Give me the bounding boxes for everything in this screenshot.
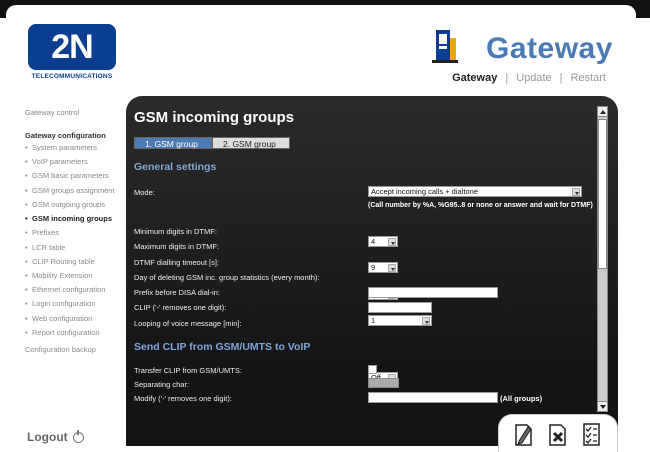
top-navigation: Gateway | Update | Restart <box>452 72 606 84</box>
separating-char-label: Separating char: <box>134 380 190 389</box>
chevron-down-icon <box>422 317 430 325</box>
transfer-clip-label: Transfer CLIP from GSM/UMTS: <box>134 366 242 375</box>
section-general-settings: General settings <box>134 161 217 173</box>
page-title: GSM incoming groups <box>134 109 294 126</box>
sidebar-item-report-configuration[interactable]: Report configuration <box>25 328 135 338</box>
company-logo: 2N TELECOMMUNICATIONS <box>28 24 116 84</box>
nav-gateway[interactable]: Gateway <box>452 72 497 84</box>
modify-suffix: (All groups) <box>500 394 543 403</box>
sidebar-item-gsm-groups-assignment[interactable]: GSM groups assignment <box>25 186 135 196</box>
mode-select[interactable]: Accept incoming calls + dialtone <box>368 186 582 197</box>
chevron-down-icon <box>388 238 396 246</box>
sidebar-gateway-control[interactable]: Gateway control <box>25 108 135 117</box>
looping-label: Looping of voice message [min]: <box>134 319 242 328</box>
sidebar-item-gsm-basic-parameters[interactable]: GSM basic parameters <box>25 172 135 181</box>
min-digits-label: Minimum digits in DTMF: <box>134 227 217 236</box>
product-brand: Gateway <box>432 28 613 64</box>
nav-update[interactable]: Update <box>516 72 551 84</box>
sidebar-item-voip-parameters[interactable]: VoIP parameters <box>25 158 135 167</box>
edit-document-icon[interactable] <box>513 421 535 447</box>
group-tabs: 1. GSM group 2. GSM group <box>134 137 290 149</box>
min-digits-value: 4 <box>371 237 376 246</box>
max-digits-label: Maximum digits in DTMF: <box>134 242 220 251</box>
gateway-phone-icon <box>432 30 458 63</box>
power-icon <box>72 429 84 443</box>
sidebar-item-system-parameters[interactable]: System parameters <box>25 143 135 153</box>
delete-stats-label: Day of deleting GSM inc. group statistic… <box>134 273 320 282</box>
tab-gsm-group-1[interactable]: 1. GSM group <box>134 137 212 149</box>
mode-note: (Call number by %A, %G95..8 or none or a… <box>368 202 593 209</box>
sidebar-item-prefixes[interactable]: Prefixes <box>25 229 135 238</box>
sidebar-item-web-configuration[interactable]: Web configuration <box>25 314 135 324</box>
tab-gsm-group-2[interactable]: 2. GSM group <box>212 137 290 149</box>
scroll-thumb[interactable] <box>598 119 607 269</box>
min-digits-select[interactable]: 4 <box>368 236 398 247</box>
modify-input[interactable] <box>368 392 498 403</box>
mode-label: Mode: <box>134 188 155 197</box>
sidebar-item-mobility-extension[interactable]: Mobility Extension <box>25 271 135 281</box>
chevron-down-icon <box>388 264 396 272</box>
mode-value: Accept incoming calls + dialtone <box>371 187 478 196</box>
logo-subtitle: TELECOMMUNICATIONS <box>31 73 113 80</box>
max-digits-value: 9 <box>371 263 376 272</box>
product-title: Gateway <box>486 32 613 65</box>
nav-separator: | <box>559 72 563 84</box>
section-send-clip: Send CLIP from GSM/UMTS to VoIP <box>134 341 311 353</box>
delete-document-icon[interactable] <box>547 421 569 447</box>
delete-stats-select[interactable]: 1 <box>368 315 432 326</box>
clip-label: CLIP ('-' removes one digit): <box>134 303 227 312</box>
prefix-disa-input[interactable] <box>368 287 498 298</box>
chevron-down-icon <box>572 188 580 196</box>
logout-label: Logout <box>27 430 68 444</box>
sidebar-item-clip-routing-table[interactable]: CLIP Routing table <box>25 257 135 267</box>
separating-char-input[interactable] <box>368 378 399 388</box>
dtmf-timeout-label: DTMF dialling timeout [s]: <box>134 258 220 267</box>
max-digits-select[interactable]: 9 <box>368 262 398 273</box>
prefix-disa-label: Prefix before DISA dial-in: <box>134 288 220 297</box>
panel-scrollbar[interactable] <box>597 106 608 412</box>
tool-buttons <box>498 414 618 452</box>
logo-mark: 2N <box>28 24 116 70</box>
sidebar-item-login-configuration[interactable]: Login configuration <box>25 300 135 309</box>
main-panel: GSM incoming groups 1. GSM group 2. GSM … <box>126 96 618 446</box>
sidebar-item-gsm-incoming-groups[interactable]: GSM incoming groups <box>25 214 135 224</box>
sidebar-configuration-backup[interactable]: Configuration backup <box>25 345 135 354</box>
sidebar-gateway-configuration[interactable]: Gateway configuration <box>25 131 135 140</box>
modify-label: Modify ('-' removes one digit): <box>134 394 232 403</box>
scroll-down-icon[interactable] <box>598 401 607 411</box>
sidebar-item-ethernet-configuration[interactable]: Ethernet configuration <box>25 286 135 295</box>
logout-button[interactable]: Logout <box>27 429 84 444</box>
clip-input[interactable] <box>368 302 432 313</box>
transfer-clip-checkbox[interactable] <box>368 365 377 374</box>
delete-stats-value: 1 <box>371 316 376 325</box>
sidebar: Gateway control Gateway configuration Sy… <box>25 108 135 368</box>
checklist-icon[interactable] <box>581 421 603 447</box>
scroll-up-icon[interactable] <box>598 107 607 117</box>
sidebar-item-lcr-table[interactable]: LCR table <box>25 243 135 253</box>
nav-restart[interactable]: Restart <box>571 72 606 84</box>
sidebar-item-gsm-outgoing-groups[interactable]: GSM outgoing groups <box>25 200 135 210</box>
nav-separator: | <box>505 72 509 84</box>
